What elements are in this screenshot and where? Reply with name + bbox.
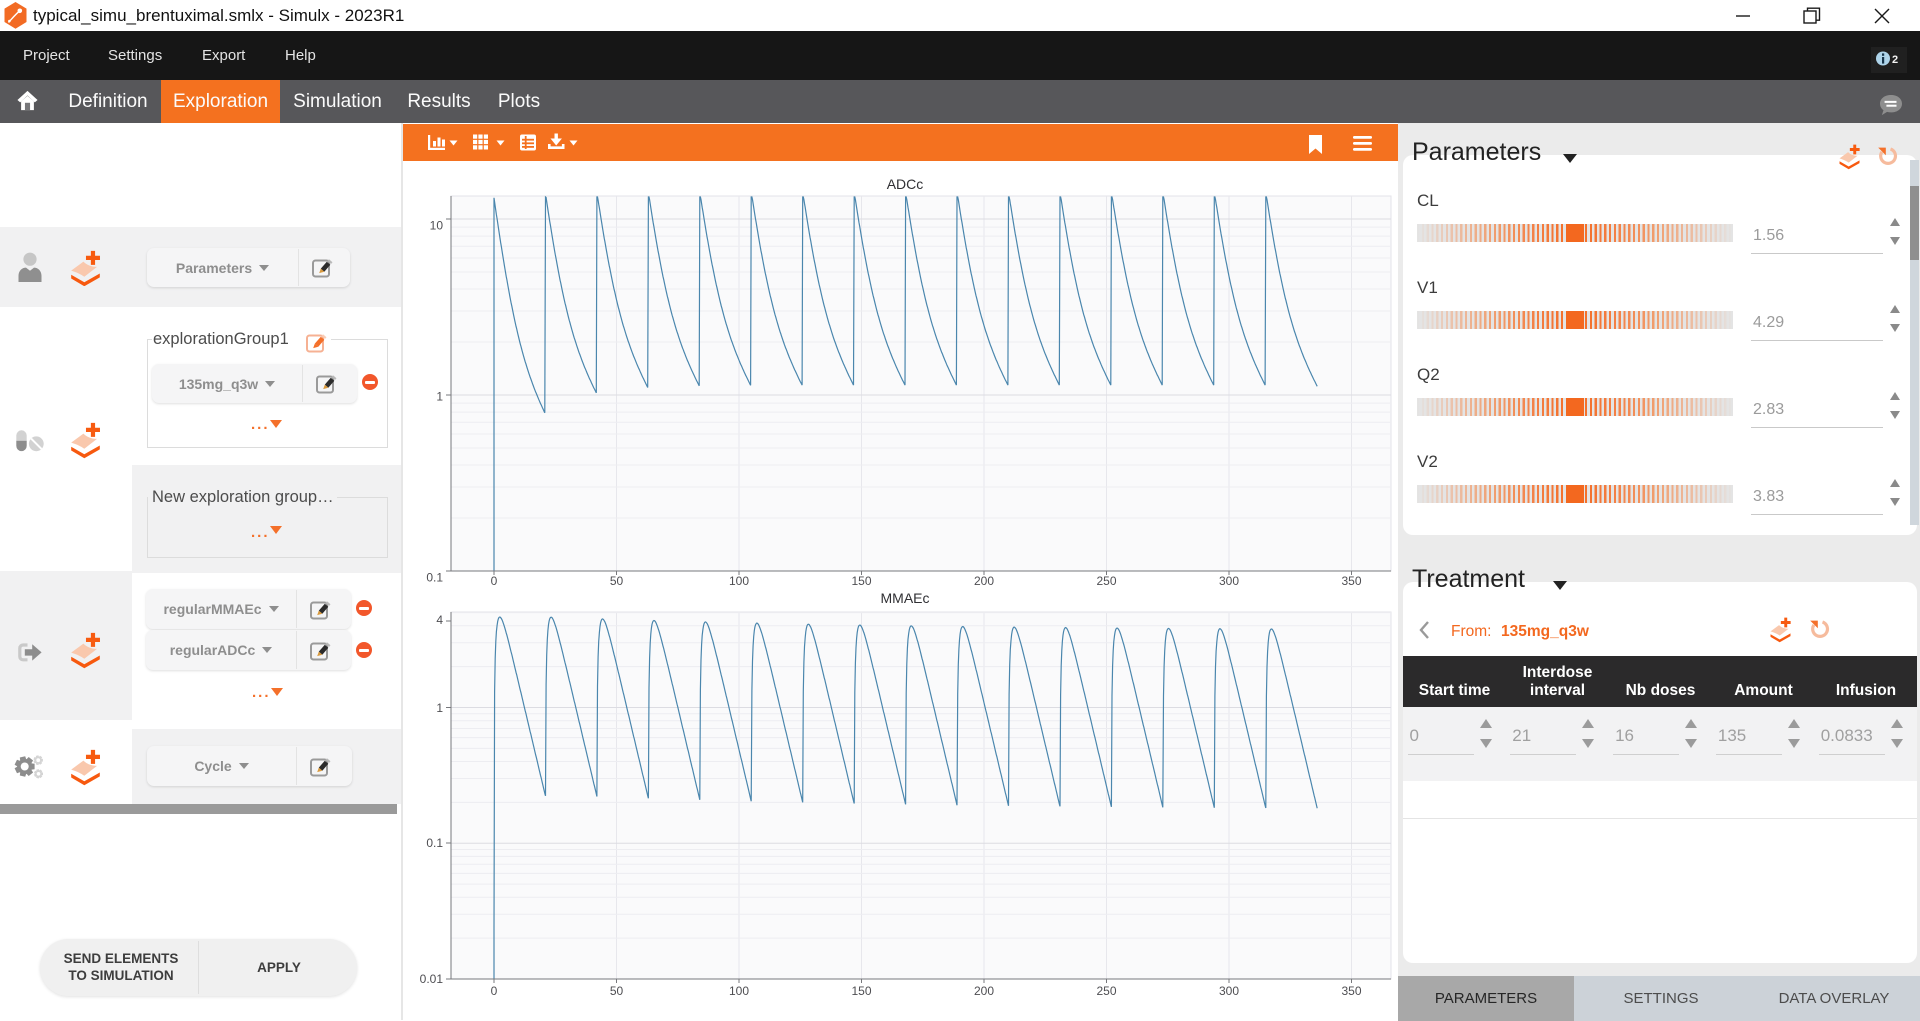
svg-text:350: 350 xyxy=(1341,574,1361,588)
svg-text:200: 200 xyxy=(974,984,994,998)
svg-text:0.01: 0.01 xyxy=(420,972,444,986)
svg-text:MMAEc: MMAEc xyxy=(881,590,930,606)
svg-text:300: 300 xyxy=(1219,984,1239,998)
svg-text:50: 50 xyxy=(610,984,624,998)
svg-text:ADCc: ADCc xyxy=(887,176,924,192)
svg-text:50: 50 xyxy=(610,574,624,588)
svg-text:350: 350 xyxy=(1341,984,1361,998)
svg-text:100: 100 xyxy=(729,984,749,998)
svg-text:0: 0 xyxy=(491,984,498,998)
svg-text:0.1: 0.1 xyxy=(426,571,443,585)
svg-text:100: 100 xyxy=(729,574,749,588)
svg-text:0.1: 0.1 xyxy=(426,836,443,850)
svg-text:150: 150 xyxy=(851,984,871,998)
svg-text:200: 200 xyxy=(974,574,994,588)
svg-text:2: 2 xyxy=(1892,54,1898,66)
svg-text:150: 150 xyxy=(851,574,871,588)
svg-text:1: 1 xyxy=(436,701,443,715)
svg-text:250: 250 xyxy=(1096,574,1116,588)
svg-text:1: 1 xyxy=(436,390,443,404)
svg-text:250: 250 xyxy=(1096,984,1116,998)
svg-text:300: 300 xyxy=(1219,574,1239,588)
svg-text:10: 10 xyxy=(430,219,444,233)
svg-text:4: 4 xyxy=(436,613,443,627)
svg-text:0: 0 xyxy=(491,574,498,588)
